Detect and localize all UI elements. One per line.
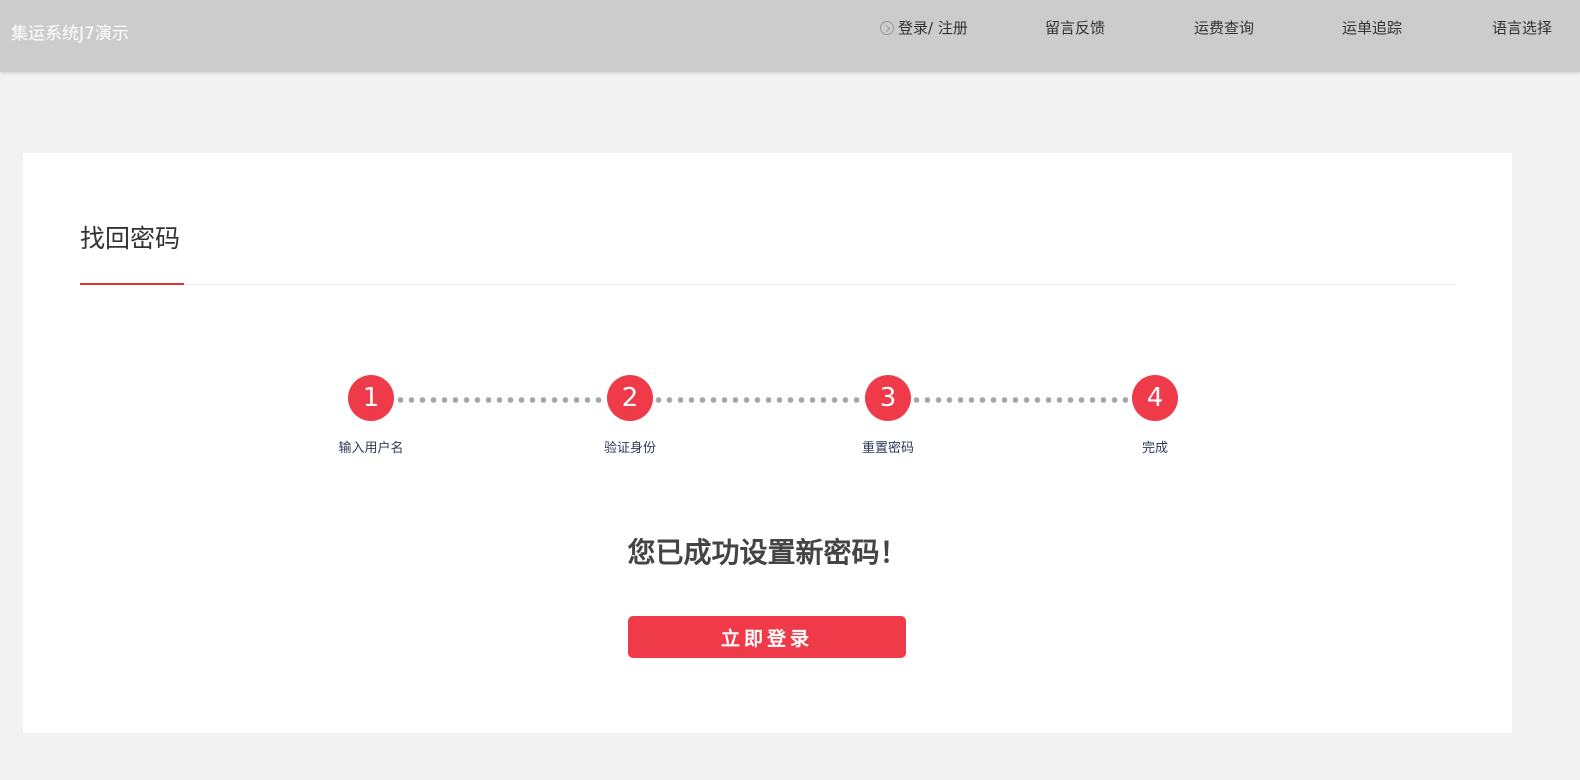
nav-tracking[interactable]: 运单追踪 [1342, 17, 1402, 38]
step-connector-3 [911, 397, 1133, 403]
title-accent-underline [80, 283, 184, 285]
step-connector-1 [395, 397, 605, 403]
step-1-circle: 1 [348, 375, 394, 421]
step-3-circle: 3 [865, 375, 911, 421]
nav-feedback[interactable]: 留言反馈 [1045, 17, 1105, 38]
nav-login-label: 登录/ 注册 [898, 19, 968, 37]
password-recovery-card: 找回密码 1 2 3 4 输入用户名 验证身份 重置密码 完成 您已成功设置新密… [23, 153, 1512, 733]
success-message: 您已成功设置新密码！ [627, 536, 908, 569]
top-navigation-bar: 集运系统J7演示 登录/ 注册 留言反馈 运费查询 运单追踪 语言选择 [0, 0, 1580, 72]
nav-language-select[interactable]: 语言选择 [1492, 17, 1552, 38]
brand-title[interactable]: 集运系统J7演示 [11, 19, 129, 44]
step-3-label: 重置密码 [861, 441, 914, 456]
login-arrow-icon [880, 21, 894, 35]
step-connector-2 [653, 397, 863, 403]
step-1-label: 输入用户名 [338, 441, 404, 456]
step-2-label: 验证身份 [603, 441, 656, 456]
login-now-button[interactable]: 立即登录 [628, 616, 906, 658]
nav-login-register[interactable]: 登录/ 注册 [880, 17, 968, 38]
nav-freight-query[interactable]: 运费查询 [1194, 17, 1254, 38]
step-4-circle: 4 [1132, 375, 1178, 421]
title-divider [80, 284, 1455, 285]
step-2-circle: 2 [607, 375, 653, 421]
step-4-label: 完成 [1141, 441, 1168, 456]
page-title: 找回密码 [80, 224, 181, 253]
